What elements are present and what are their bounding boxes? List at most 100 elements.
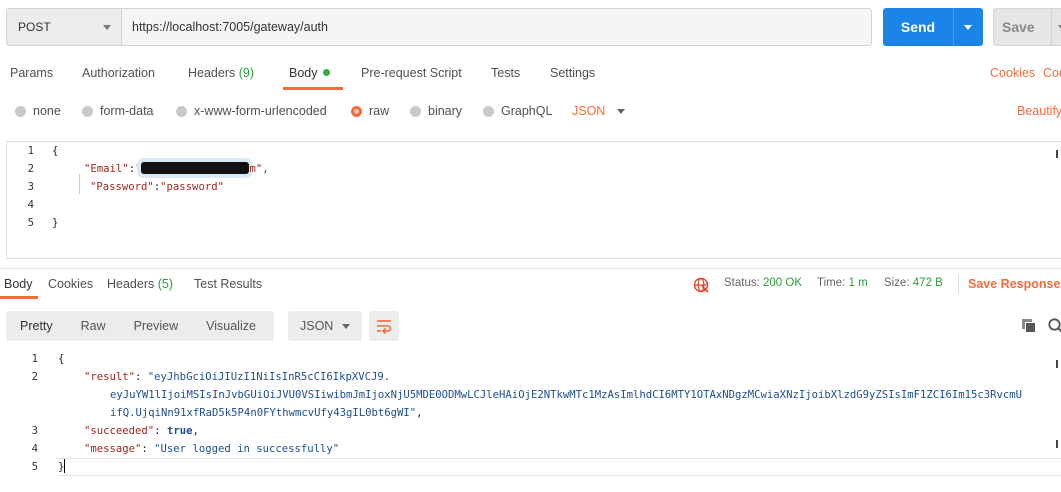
email-value-end: m",: [249, 163, 269, 175]
response-active-tab-underline: [0, 296, 38, 299]
radio-button-selected[interactable]: [351, 105, 362, 117]
radio-binary-label: binary: [428, 104, 463, 118]
radio-graphql[interactable]: GraphQL: [483, 104, 552, 118]
response-line-4: 4 "message": "User logged in successfully…: [0, 440, 340, 458]
resp-tab-cookies[interactable]: Cookies: [48, 277, 93, 291]
radio-binary[interactable]: binary: [410, 104, 462, 118]
pretty-button[interactable]: Pretty: [6, 319, 67, 333]
message-value: "User logged in successfully": [154, 443, 340, 455]
redacted-email: [141, 162, 250, 174]
code-text: "Email":" m",: [34, 160, 269, 178]
search-icon[interactable]: [1047, 317, 1061, 335]
request-tabs: Params Authorization Headers (9) Body Pr…: [0, 62, 1061, 90]
tab-body[interactable]: Body: [289, 66, 330, 80]
send-button[interactable]: Send: [883, 8, 983, 46]
code-text: "message": "User logged in successfully": [84, 443, 340, 455]
result-value-part-3: ifQ.UjqiNn91xfRaD5k5P4n0FYthwmcvUfy43gIL…: [110, 407, 417, 419]
send-label: Send: [900, 19, 936, 35]
body-format-label: JSON: [572, 104, 606, 118]
beautify-link[interactable]: Beautify: [1017, 104, 1061, 118]
radio-urlencoded-label: x-www-form-urlencoded: [194, 104, 327, 118]
send-options-chevron-icon[interactable]: [964, 24, 972, 30]
cookies-link[interactable]: Cookies: [990, 66, 1035, 80]
save-divider: [1051, 9, 1052, 45]
tab-settings[interactable]: Settings: [550, 66, 595, 80]
response-line-3: 3 "succeeded": true,: [0, 422, 199, 440]
line-number: 5: [27, 217, 34, 229]
tab-headers-count: (9): [238, 66, 255, 80]
response-scroll-marker-bottom: [1056, 440, 1058, 448]
open-brace: {: [58, 353, 65, 365]
save-response-button[interactable]: Save Response: [968, 277, 1060, 291]
open-brace: {: [52, 145, 59, 157]
code-text: {: [38, 350, 64, 368]
chevron-down-icon: [617, 108, 626, 114]
raw-button[interactable]: Raw: [67, 319, 120, 333]
time-value: 1 m: [848, 277, 868, 289]
resp-tab-headers-label: Headers: [107, 277, 155, 291]
message-key: "message": [84, 443, 142, 455]
result-value-part-2: eyJuYW1lIjoiMSIsInJvbGUiOiJVU0VSIiwibmJm…: [110, 389, 1023, 401]
code-link[interactable]: Code: [1043, 66, 1061, 80]
code-text: }: [34, 214, 58, 232]
visualize-button[interactable]: Visualize: [192, 319, 270, 333]
status-value: 200 OK: [763, 277, 803, 289]
response-line-1: 1{: [0, 350, 65, 368]
radio-raw-label: raw: [369, 104, 390, 118]
request-line-1: 1{: [0, 142, 59, 160]
save-button[interactable]: Save: [993, 8, 1061, 46]
line-number: 3: [27, 181, 34, 193]
result-key: "result": [84, 371, 136, 383]
radio-button[interactable]: [15, 105, 26, 117]
radio-graphql-label: GraphQL: [501, 104, 553, 118]
comma: ,: [416, 407, 423, 419]
radio-raw[interactable]: raw: [351, 104, 389, 118]
response-format-select[interactable]: JSON: [288, 311, 362, 341]
tab-authorization[interactable]: Authorization: [82, 66, 155, 80]
password-key: "Password": [90, 181, 154, 193]
status-text: Status: 200 OK: [724, 277, 802, 289]
line-number: 2: [27, 163, 34, 175]
request-body-editor[interactable]: [6, 141, 1061, 259]
globe-icon[interactable]: [693, 277, 709, 293]
radio-button[interactable]: [483, 105, 494, 117]
radio-none[interactable]: none: [15, 104, 61, 118]
copy-icon[interactable]: [1021, 318, 1037, 334]
result-value-part-3-line: ifQ.UjqiNn91xfRaD5k5P4n0FYthwmcvUfy43gIL…: [110, 404, 423, 422]
tab-pre-request-script[interactable]: Pre-request Script: [361, 66, 462, 80]
method-select[interactable]: POST: [6, 8, 122, 46]
tab-tests[interactable]: Tests: [491, 66, 520, 80]
resp-tab-body[interactable]: Body: [4, 277, 33, 291]
preview-button[interactable]: Preview: [120, 319, 192, 333]
wrap-lines-icon: [377, 320, 392, 334]
radio-none-label: none: [33, 104, 61, 118]
password-value: "password": [160, 181, 224, 193]
time-text: Time: 1 m: [817, 277, 868, 289]
response-line-2: 2 "result": "eyJhbGciOiJIUzI1NiIsInR5cCI6…: [0, 368, 391, 386]
url-input[interactable]: https://localhost:7005/gateway/auth: [122, 8, 872, 46]
wrap-lines-button[interactable]: [369, 311, 399, 341]
radio-button[interactable]: [410, 105, 421, 117]
resp-tab-headers[interactable]: Headers (5): [107, 277, 173, 291]
body-format-select[interactable]: JSON: [572, 104, 626, 118]
response-format-label: JSON: [300, 319, 334, 333]
size-label: Size:: [884, 277, 910, 289]
size-value: 472 B: [912, 277, 943, 289]
tab-body-label: Body: [289, 66, 318, 80]
succeeded-key: "succeeded": [84, 425, 155, 437]
radio-form-data[interactable]: form-data: [82, 104, 154, 118]
code-text: {: [34, 142, 58, 160]
tab-headers-label: Headers: [188, 66, 236, 80]
radio-button[interactable]: [82, 105, 93, 117]
send-divider: [953, 8, 954, 46]
tab-params[interactable]: Params: [10, 66, 53, 80]
line-number: 5: [31, 461, 38, 473]
radio-button[interactable]: [176, 105, 187, 117]
line-number: 3: [31, 425, 38, 437]
radio-urlencoded[interactable]: x-www-form-urlencoded: [176, 104, 327, 118]
tab-headers[interactable]: Headers (9): [188, 66, 254, 80]
result-value-part-1: "eyJhbGciOiJIUzI1NiIsInR5cCI6IkpXVCJ9.: [147, 371, 391, 383]
text-cursor: [64, 459, 66, 473]
resp-tab-test-results[interactable]: Test Results: [194, 277, 262, 291]
